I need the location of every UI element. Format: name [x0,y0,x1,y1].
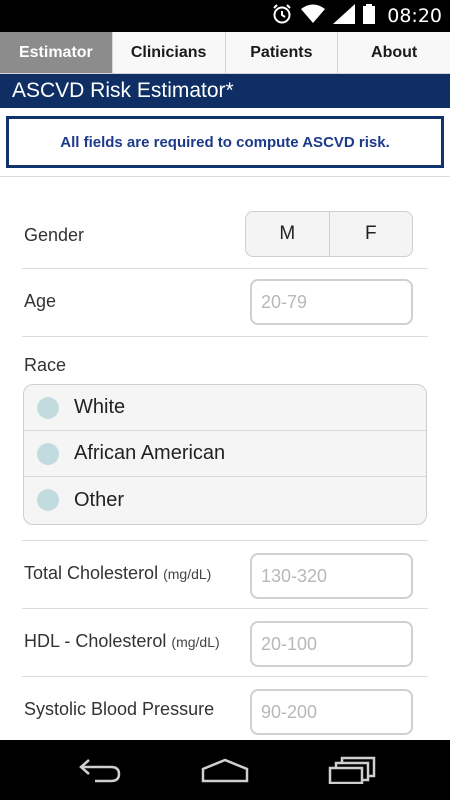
total-cholesterol-label-text: Total Cholesterol [24,563,159,583]
signal-icon [333,3,356,29]
age-input[interactable] [250,279,413,325]
hdl-cholesterol-unit: (mg/dL) [171,634,220,650]
total-cholesterol-input[interactable] [250,553,413,599]
app-content: Estimator Clinicians Patients About ASCV… [0,32,450,740]
race-option-other[interactable]: Other [24,477,426,523]
back-button[interactable] [70,754,130,786]
race-option-label: Other [74,488,125,511]
race-option-white[interactable]: White [24,385,426,431]
age-row: Age [22,269,428,337]
recent-apps-icon [328,756,376,784]
hdl-cholesterol-input[interactable] [250,621,413,667]
race-option-label: African American [74,442,226,464]
gender-option-f[interactable]: F [330,212,413,256]
home-button[interactable] [195,754,255,786]
gender-label: Gender [24,225,85,245]
radio-icon [37,489,59,511]
race-option-label: White [74,396,126,418]
race-options: White African American Other [23,384,427,525]
total-cholesterol-row: Total Cholesterol (mg/dL) [22,541,428,609]
hdl-cholesterol-label: HDL - Cholesterol (mg/dL) [24,631,220,652]
race-option-african-american[interactable]: African American [24,431,426,477]
radio-icon [37,396,59,419]
required-fields-alert: All fields are required to compute ASCVD… [6,116,444,168]
systolic-bp-input[interactable] [250,689,413,735]
status-time: 08:20 [387,5,442,27]
age-label: Age [24,291,57,311]
radio-icon [37,442,59,465]
tab-clinicians[interactable]: Clinicians [112,32,226,73]
total-cholesterol-label: Total Cholesterol (mg/dL) [24,563,211,584]
systolic-bp-row: Systolic Blood Pressure [22,677,428,740]
navigation-bar [0,740,450,800]
back-icon [79,759,121,783]
recent-apps-button[interactable] [322,754,382,786]
hdl-cholesterol-label-text: HDL - Cholesterol [24,631,167,651]
home-icon [201,758,249,783]
race-row: Race White African American Other [22,337,428,541]
race-label: Race [24,355,67,375]
tab-patients[interactable]: Patients [225,32,339,73]
systolic-bp-label: Systolic Blood Pressure [24,699,215,719]
gender-selector: M F [245,211,413,257]
alert-container: All fields are required to compute ASCVD… [0,108,450,177]
tab-about[interactable]: About [338,32,450,73]
risk-form: Gender M F Age Race White African Americ… [0,177,450,740]
gender-row: Gender M F [22,177,428,269]
status-bar: 08:20 [0,0,450,32]
total-cholesterol-unit: (mg/dL) [163,566,212,582]
alarm-icon [271,3,293,30]
gender-option-m[interactable]: M [246,212,330,256]
page-title: ASCVD Risk Estimator* [0,74,450,108]
hdl-cholesterol-row: HDL - Cholesterol (mg/dL) [22,609,428,677]
wifi-icon [301,4,326,29]
battery-icon [363,3,376,29]
tab-bar: Estimator Clinicians Patients About [0,32,450,74]
status-icons: 08:20 [271,3,442,30]
tab-estimator[interactable]: Estimator [0,32,113,73]
